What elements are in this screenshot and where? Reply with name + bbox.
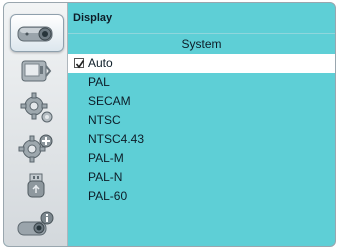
tab-memory-viewer[interactable]: [10, 167, 62, 203]
usb-icon: [27, 173, 45, 198]
option-pal-n[interactable]: PAL-N: [68, 168, 335, 187]
option-auto[interactable]: Auto: [68, 54, 335, 73]
tab-display[interactable]: [10, 14, 64, 52]
submenu-title: System: [181, 37, 222, 51]
category-rail: [4, 3, 68, 246]
menu-content-panel: Display System Auto PAL SECAM NTSC NTSC4…: [68, 3, 335, 246]
option-label: SECAM: [88, 94, 131, 108]
option-pal-60[interactable]: PAL-60: [68, 187, 335, 206]
input-setting-icon: [21, 60, 52, 82]
option-label: PAL-60: [88, 189, 128, 203]
option-label: Auto: [88, 56, 113, 70]
option-pal[interactable]: PAL: [68, 73, 335, 92]
option-ntsc[interactable]: NTSC: [68, 111, 335, 130]
projector-display-icon: [17, 26, 53, 42]
tab-expand[interactable]: [10, 130, 62, 166]
option-pal-m[interactable]: PAL-M: [68, 149, 335, 168]
option-label: NTSC4.43: [88, 132, 145, 146]
projector-info-icon: [17, 211, 54, 236]
tab-information[interactable]: [10, 207, 62, 243]
option-label: PAL-N: [88, 170, 123, 184]
section-title: Display: [73, 12, 113, 24]
gear-icon: [20, 92, 53, 123]
option-label: PAL: [88, 75, 110, 89]
option-label: NTSC: [88, 113, 121, 127]
check-icon: [74, 58, 85, 69]
option-ntsc443[interactable]: NTSC4.43: [68, 130, 335, 149]
system-option-list: Auto PAL SECAM NTSC NTSC4.43 PAL-M PAL-N…: [68, 54, 335, 206]
osd-menu-window: Display System Auto PAL SECAM NTSC NTSC4…: [3, 2, 336, 247]
option-secam[interactable]: SECAM: [68, 92, 335, 111]
option-label: PAL-M: [88, 151, 124, 165]
tab-input[interactable]: [10, 53, 62, 89]
tab-setting[interactable]: [10, 90, 62, 126]
title-divider: [68, 33, 335, 34]
gear-add-icon: [18, 134, 53, 163]
